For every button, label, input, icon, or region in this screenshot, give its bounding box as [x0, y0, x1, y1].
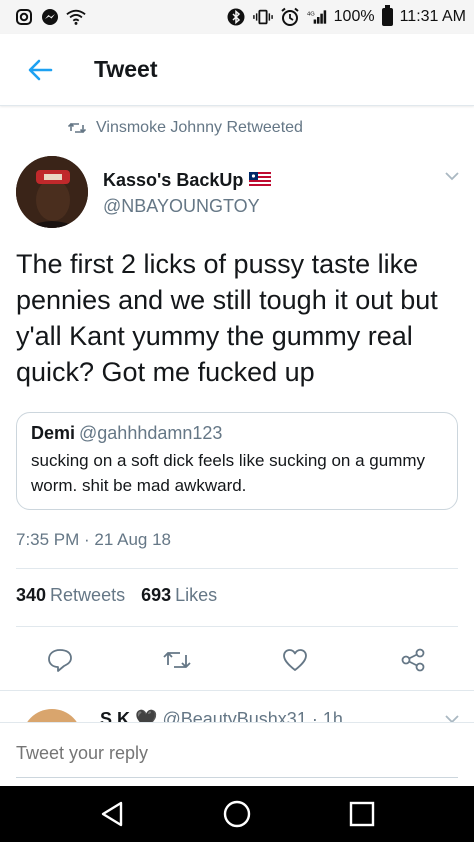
black-heart-icon: 🖤 [135, 709, 158, 722]
square-recents-icon [349, 801, 375, 827]
messenger-icon [40, 7, 60, 27]
reply-menu-button[interactable] [442, 709, 462, 722]
like-button[interactable] [275, 640, 315, 680]
flag-icon [249, 170, 272, 191]
author-name[interactable]: Kasso's BackUp [103, 170, 272, 191]
reply-author-name: S.K [100, 709, 131, 722]
app-bar: Tweet [0, 34, 474, 106]
share-icon [401, 648, 425, 672]
alarm-icon [280, 7, 300, 27]
retweet-button[interactable] [157, 640, 197, 680]
signal-icon: 4G [307, 7, 327, 27]
reply-avatar[interactable] [22, 709, 82, 722]
vibrate-icon [252, 7, 273, 27]
divider [16, 626, 458, 627]
likes-count: 693 [141, 585, 172, 605]
reply-button[interactable] [40, 640, 80, 680]
reply-composer [0, 722, 474, 786]
reply-header: S.K 🖤 @BeautyBushx31 · 1h [100, 709, 343, 722]
reply-preview[interactable]: S.K 🖤 @BeautyBushx31 · 1h [0, 690, 474, 722]
system-nav-bar [0, 786, 474, 842]
retweet-icon [163, 652, 191, 668]
retweet-icon [68, 122, 86, 134]
quoted-tweet-text: sucking on a soft dick feels like suckin… [31, 451, 426, 495]
author-avatar[interactable] [16, 156, 88, 228]
tweet-menu-button[interactable] [442, 166, 462, 186]
nav-home-button[interactable] [217, 794, 257, 834]
nav-back-button[interactable] [92, 794, 132, 834]
battery-percent: 100% [333, 8, 375, 25]
svg-text:4G: 4G [307, 11, 315, 17]
quoted-tweet[interactable]: Demi @gahhhdamn123 sucking on a soft dick… [16, 412, 458, 510]
triangle-back-icon [101, 801, 123, 827]
chevron-down-icon [445, 172, 459, 181]
battery-icon [381, 5, 393, 26]
reply-icon [48, 649, 72, 672]
likes-stat[interactable]: 693 Likes [141, 585, 217, 606]
status-bar: 4G 100% 11:31 AM [0, 0, 474, 34]
tweet-stats: 340 Retweets 693 Likes [16, 585, 217, 606]
heart-icon [283, 649, 307, 671]
tweet-actions [0, 640, 474, 680]
likes-label: Likes [175, 585, 218, 605]
tweet-text: The first 2 licks of pussy taste like pe… [16, 249, 438, 387]
author-handle[interactable]: @NBAYOUNGTOY [103, 196, 260, 217]
page-title: Tweet [94, 56, 158, 82]
tweet-timestamp: 7:35 PM · 21 Aug 18 [16, 530, 171, 549]
wifi-icon [66, 7, 86, 27]
retweets-label: Retweets [50, 585, 126, 605]
bluetooth-icon [226, 7, 246, 27]
divider [16, 568, 458, 569]
quoted-tweet-header: Demi @gahhhdamn123 [31, 423, 443, 444]
chevron-down-icon [445, 715, 459, 722]
retweet-context[interactable]: Vinsmoke Johnny Retweeted [68, 119, 303, 137]
back-arrow-icon [28, 59, 53, 80]
instagram-icon [14, 7, 34, 27]
quoted-author-handle: @gahhhdamn123 [79, 423, 223, 443]
author-name-text: Kasso's BackUp [103, 170, 244, 190]
share-button[interactable] [393, 640, 433, 680]
circle-home-icon [223, 800, 251, 828]
nav-recents-button[interactable] [342, 794, 382, 834]
retweets-count: 340 [16, 585, 47, 605]
reply-input-underline [16, 777, 458, 778]
retweets-stat[interactable]: 340 Retweets [16, 585, 125, 606]
retweet-context-label: Vinsmoke Johnny Retweeted [96, 119, 303, 136]
clock: 11:31 AM [399, 8, 466, 25]
reply-input[interactable] [16, 743, 456, 764]
back-button[interactable] [20, 50, 60, 90]
quoted-author-name: Demi [31, 423, 76, 443]
reply-author-handle: @BeautyBushx31 · 1h [162, 709, 343, 722]
